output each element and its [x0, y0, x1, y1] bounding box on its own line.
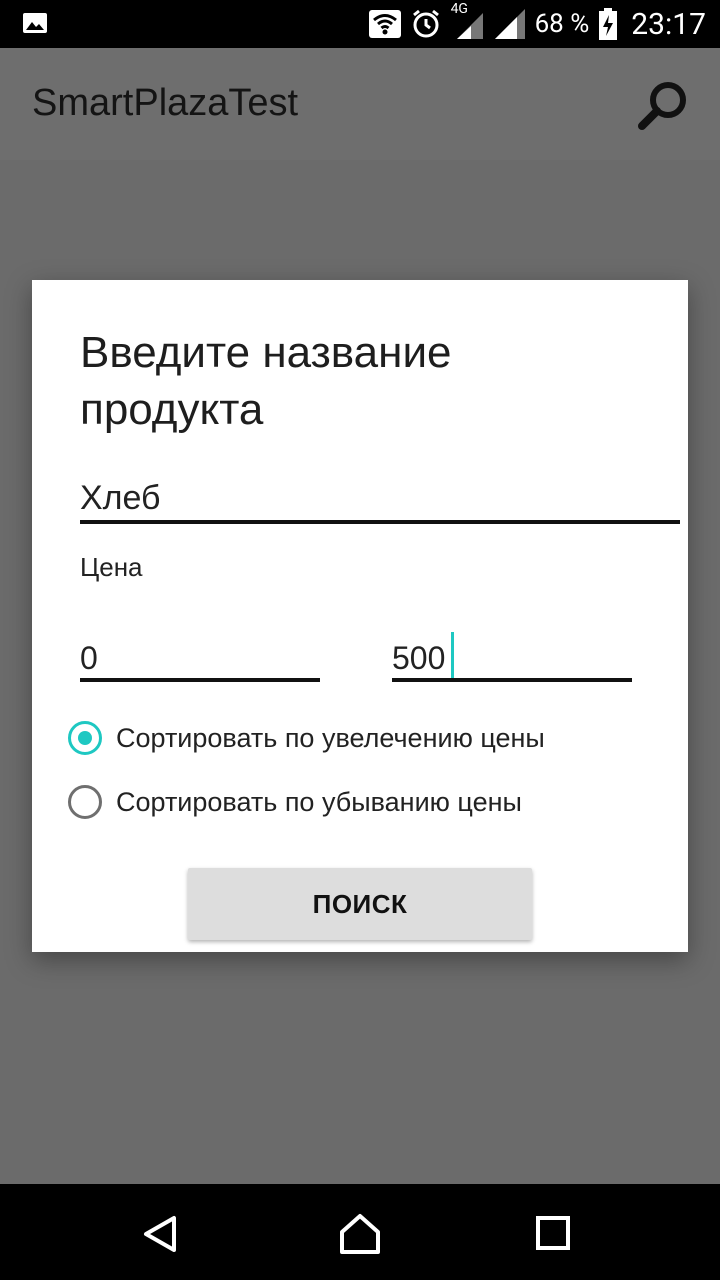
radio-unchecked-icon[interactable] [68, 785, 102, 819]
app-title: SmartPlazaTest [32, 82, 299, 124]
product-name-input[interactable] [80, 476, 680, 524]
radio-checked-icon[interactable] [68, 721, 102, 755]
wifi-icon [368, 10, 401, 38]
gallery-notification-icon [23, 13, 47, 33]
battery-percent: 68 % [534, 9, 590, 39]
sort-descending-label: Сортировать по убыванию цены [116, 786, 522, 817]
sort-ascending-option[interactable]: Сортировать по увелечению цены [68, 718, 545, 758]
sort-ascending-label: Сортировать по увелечению цены [116, 722, 545, 753]
alarm-icon [412, 9, 439, 38]
cell-signal-4g-icon: 4G [451, 1, 485, 39]
cell-signal-icon [494, 9, 525, 39]
price-label: Цена [80, 552, 143, 582]
navigation-bar [0, 1184, 720, 1280]
battery-charging-icon [599, 8, 618, 40]
text-cursor [451, 632, 454, 678]
home-icon[interactable] [338, 1212, 382, 1256]
status-bar: 4G 68 % 23:17 [0, 0, 720, 48]
search-button[interactable]: ПОИСК [188, 868, 532, 940]
price-min-input[interactable] [80, 638, 320, 682]
recent-apps-icon[interactable] [536, 1216, 570, 1250]
sort-descending-option[interactable]: Сортировать по убыванию цены [68, 782, 522, 822]
search-dialog: Введите название продукта Цена Сортирова… [32, 280, 688, 952]
back-icon[interactable] [140, 1214, 180, 1254]
app-bar: SmartPlazaTest [0, 48, 720, 160]
dialog-title: Введите название продукта [80, 328, 452, 434]
clock: 23:17 [631, 6, 706, 42]
search-icon[interactable] [636, 78, 692, 134]
price-max-input[interactable] [392, 638, 632, 682]
